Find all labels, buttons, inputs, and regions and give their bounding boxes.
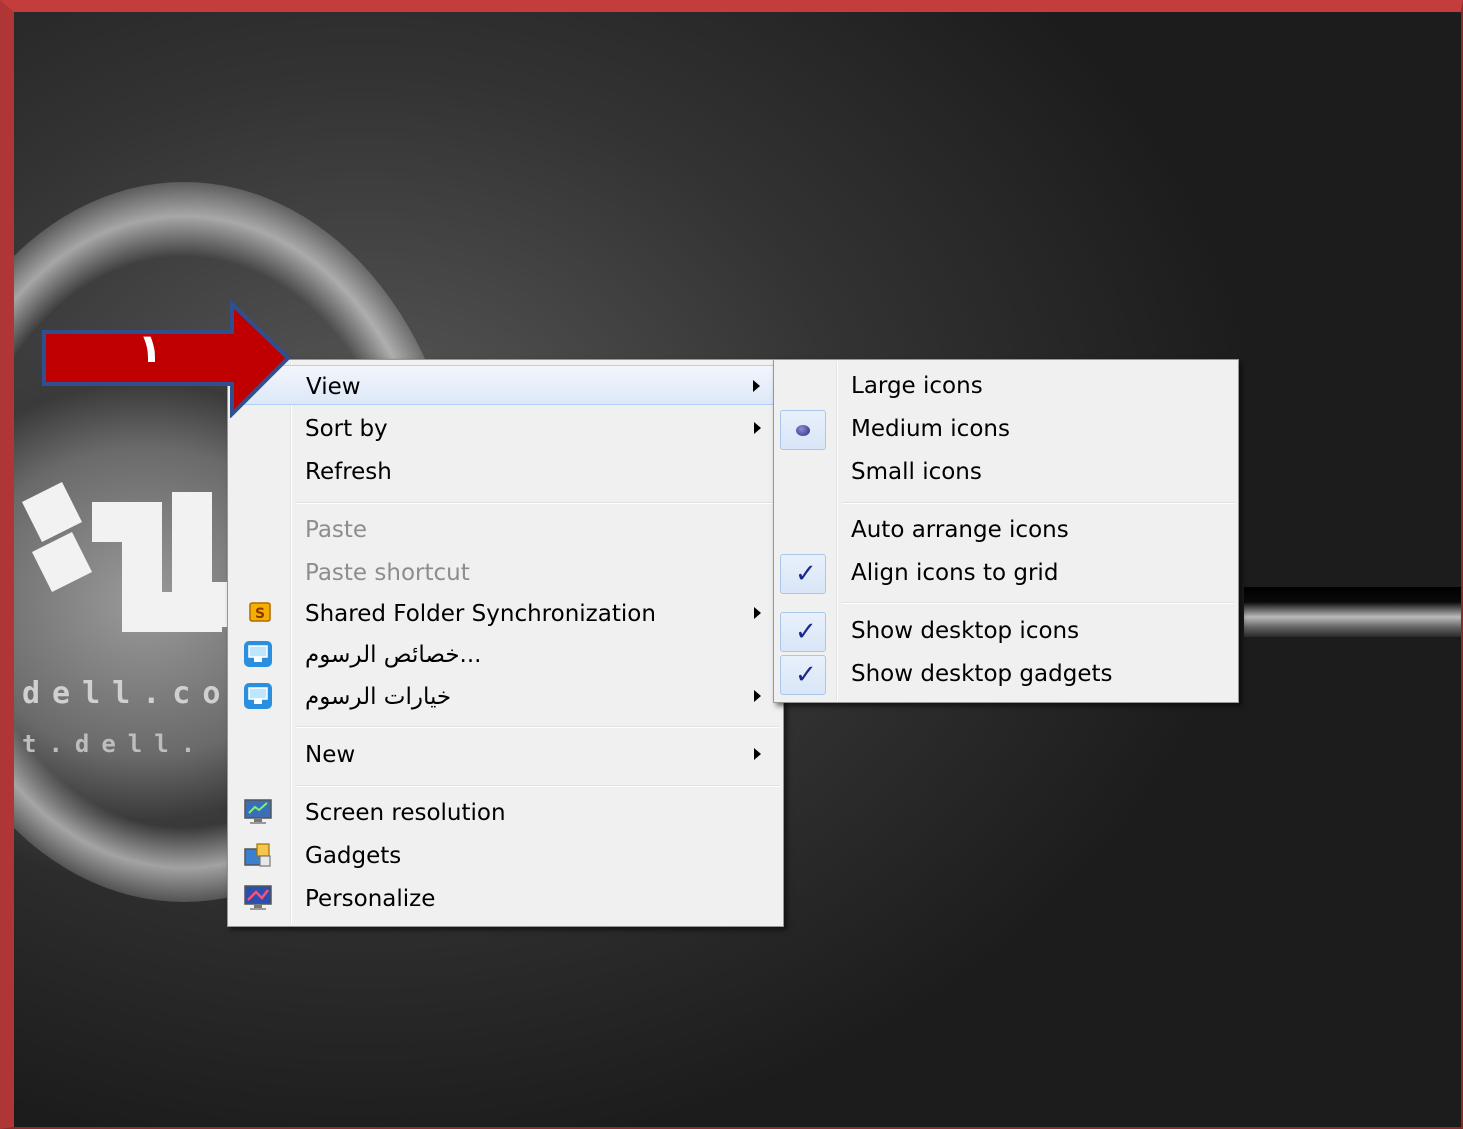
menu-item-gadgets[interactable]: Gadgets	[230, 835, 781, 875]
check-mark-box: ✓	[780, 554, 826, 594]
menu-item-label: Show desktop gadgets	[851, 661, 1113, 687]
menu-item-personalize[interactable]: Personalize	[230, 878, 781, 918]
menu-item-sort-by[interactable]: Sort by	[230, 408, 781, 448]
gadgets-icon	[244, 843, 271, 867]
menu-item-label: Gadgets	[305, 843, 402, 869]
menu-separator	[296, 726, 779, 728]
menu-item-graphics-options[interactable]: خيارات الرسوم	[230, 676, 781, 716]
url-text-line1: dell.co	[22, 676, 227, 711]
menu-item-label: View	[306, 374, 361, 400]
submenu-arrow-icon	[754, 422, 761, 434]
submenu-item-show-desktop-icons[interactable]: ✓ Show desktop icons	[776, 610, 1236, 652]
check-icon: ✓	[795, 660, 817, 690]
menu-item-label: Paste	[305, 517, 368, 543]
menu-item-new[interactable]: New	[230, 734, 781, 774]
submenu-arrow-icon	[754, 748, 761, 760]
graphics-properties-icon	[244, 641, 272, 667]
svg-text:S: S	[255, 606, 265, 622]
callout-number: ١	[137, 326, 163, 372]
light-streak	[1244, 587, 1461, 637]
view-submenu: Large icons Medium icons Small icons Aut…	[773, 359, 1239, 703]
submenu-item-align-to-grid[interactable]: ✓ Align icons to grid	[776, 552, 1236, 594]
menu-separator	[296, 785, 779, 787]
menu-item-label: Personalize	[305, 886, 436, 912]
menu-item-shared-folder-sync[interactable]: S Shared Folder Synchronization	[230, 593, 781, 633]
submenu-arrow-icon	[754, 690, 761, 702]
check-mark-box: ✓	[780, 655, 826, 695]
personalize-icon	[244, 885, 272, 910]
menu-item-label: Screen resolution	[305, 800, 506, 826]
menu-item-label: Small icons	[851, 459, 982, 485]
menu-item-graphics-properties[interactable]: خصائص الرسوم...	[230, 634, 781, 674]
menu-item-screen-resolution[interactable]: Screen resolution	[230, 792, 781, 832]
submenu-item-show-desktop-gadgets[interactable]: ✓ Show desktop gadgets	[776, 653, 1236, 695]
menu-item-paste-shortcut[interactable]: Paste shortcut	[230, 552, 781, 592]
radio-mark-box	[780, 410, 826, 450]
menu-item-label: Paste shortcut	[305, 560, 470, 586]
submenu-item-small-icons[interactable]: Small icons	[776, 451, 1236, 491]
check-icon: ✓	[795, 559, 817, 589]
submenu-arrow-icon	[753, 380, 760, 392]
menu-item-label: Show desktop icons	[851, 618, 1080, 644]
submenu-item-large-icons[interactable]: Large icons	[776, 365, 1236, 405]
submenu-arrow-icon	[754, 607, 761, 619]
menu-separator	[296, 502, 779, 504]
menu-item-label: New	[305, 742, 356, 768]
menu-item-label: Sort by	[305, 416, 388, 442]
menu-item-label: Medium icons	[851, 416, 1010, 442]
menu-item-label: خصائص الرسوم...	[305, 642, 482, 668]
url-text-line2: t.dell.	[22, 730, 208, 758]
graphics-options-icon	[244, 683, 272, 709]
submenu-item-medium-icons[interactable]: Medium icons	[776, 408, 1236, 450]
menu-item-view[interactable]: View	[230, 365, 781, 405]
desktop-context-menu: View Sort by Refresh Paste Paste shortcu…	[227, 359, 784, 927]
screen-resolution-icon	[244, 799, 272, 824]
check-mark-box: ✓	[780, 612, 826, 652]
menu-item-label: Large icons	[851, 373, 983, 399]
submenu-item-auto-arrange[interactable]: Auto arrange icons	[776, 509, 1236, 549]
sync-folder-icon: S	[249, 602, 271, 622]
menu-separator	[842, 602, 1234, 604]
radio-bullet-icon	[796, 425, 810, 436]
menu-item-refresh[interactable]: Refresh	[230, 451, 781, 491]
menu-item-label: Shared Folder Synchronization	[305, 601, 656, 627]
menu-item-paste[interactable]: Paste	[230, 509, 781, 549]
check-icon: ✓	[795, 617, 817, 647]
dell-logo	[22, 482, 237, 632]
menu-item-label: Refresh	[305, 459, 392, 485]
menu-item-label: Auto arrange icons	[851, 517, 1069, 543]
menu-item-label: Align icons to grid	[851, 560, 1059, 586]
menu-item-label: خيارات الرسوم	[305, 684, 452, 710]
menu-separator	[842, 502, 1234, 504]
